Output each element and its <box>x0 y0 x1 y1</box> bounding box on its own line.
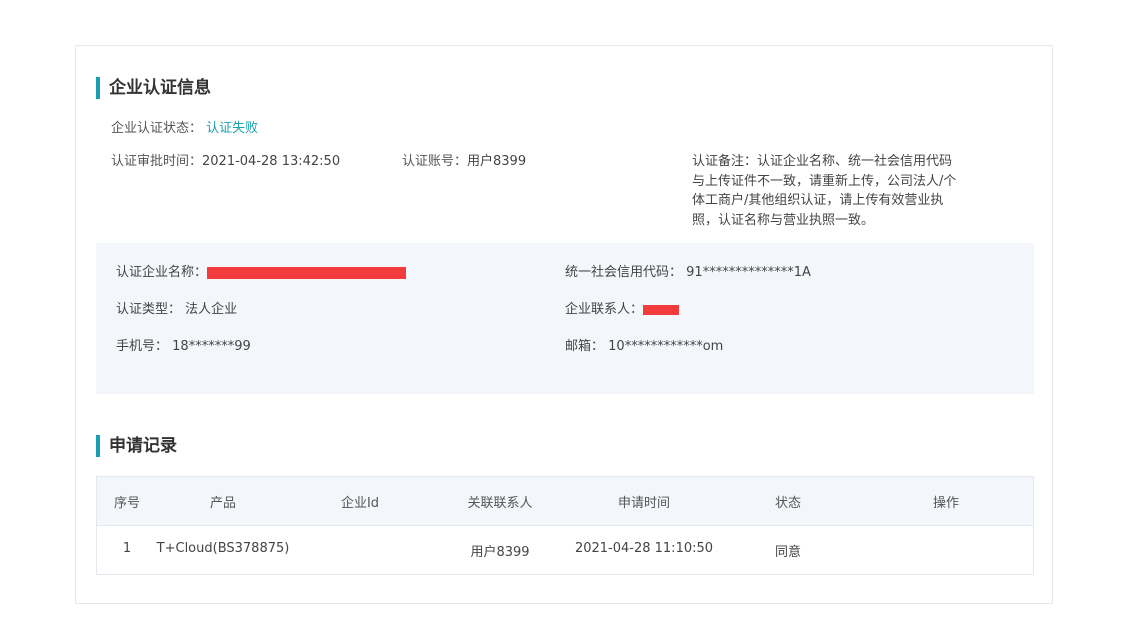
column-header-status: 状态 <box>774 496 802 511</box>
column-header-product: 产品 <box>209 496 237 511</box>
auth-status-row: 企业认证状态： 认证失败 <box>111 119 258 138</box>
approval-time-value: 2021-04-28 13:42:50 <box>202 154 341 169</box>
column-header-company-id: 企业Id <box>340 496 380 511</box>
column-header-contact: 关联联系人 <box>467 496 533 511</box>
auth-remark: 认证备注：认证企业名称、统一社会信用代码与上传证件不一致，请重新上传，公司法人/… <box>692 152 964 230</box>
contact-row: 企业联系人： <box>565 300 680 319</box>
account-label: 认证账号： <box>402 154 468 169</box>
table-header: 序号 产品 企业Id 关联联系人 申请时间 状态 操作 <box>97 477 1033 526</box>
cell-index: 1 <box>122 541 132 556</box>
approval-time-row: 认证审批时间：2021-04-28 13:42:50 <box>111 152 340 171</box>
cell-apply-time: 2021-04-28 11:10:50 <box>574 541 714 556</box>
auth-status-label: 企业认证状态： <box>111 121 203 136</box>
section-title-auth-info: 企业认证信息 <box>96 77 211 99</box>
company-name-redacted <box>207 266 407 279</box>
auth-type-value: 法人企业 <box>185 302 238 317</box>
column-header-actions: 操作 <box>932 496 960 511</box>
approval-time-label: 认证审批时间： <box>111 154 203 169</box>
cell-status: 同意 <box>774 545 802 560</box>
contact-label: 企业联系人： <box>565 302 644 317</box>
section-title-application-records: 申请记录 <box>96 435 177 457</box>
auth-type-row: 认证类型： 法人企业 <box>116 300 237 319</box>
email-row: 邮箱： 10************om <box>565 337 723 356</box>
auth-detail-panel: 认证企业名称： 统一社会信用代码： 91**************1A 认证类… <box>96 243 1034 394</box>
company-name-row: 认证企业名称： <box>116 263 407 282</box>
column-header-apply-time: 申请时间 <box>617 496 671 511</box>
credit-code-value: 91**************1A <box>686 265 811 280</box>
auth-type-label: 认证类型： <box>116 302 182 317</box>
column-header-index: 序号 <box>113 496 141 511</box>
auth-status-value: 认证失败 <box>206 121 259 136</box>
phone-value: 18*******99 <box>172 339 251 354</box>
enterprise-auth-card: 企业认证信息 企业认证状态： 认证失败 认证审批时间：2021-04-28 13… <box>75 45 1053 604</box>
remark-label: 认证备注： <box>692 154 758 169</box>
account-row: 认证账号：用户8399 <box>402 152 526 171</box>
credit-code-label: 统一社会信用代码： <box>565 265 683 280</box>
contact-redacted <box>643 304 680 315</box>
account-value: 用户8399 <box>467 154 527 169</box>
phone-label: 手机号： <box>116 339 169 354</box>
application-records-table: 序号 产品 企业Id 关联联系人 申请时间 状态 操作 1 T+Cloud(BS… <box>96 476 1034 575</box>
email-label: 邮箱： <box>565 339 605 354</box>
phone-row: 手机号： 18*******99 <box>116 337 251 356</box>
credit-code-row: 统一社会信用代码： 91**************1A <box>565 263 811 282</box>
cell-contact: 用户8399 <box>470 545 530 560</box>
cell-product: T+Cloud(BS378875) <box>156 541 290 556</box>
company-name-label: 认证企业名称： <box>116 265 208 280</box>
email-value: 10************om <box>608 339 724 354</box>
